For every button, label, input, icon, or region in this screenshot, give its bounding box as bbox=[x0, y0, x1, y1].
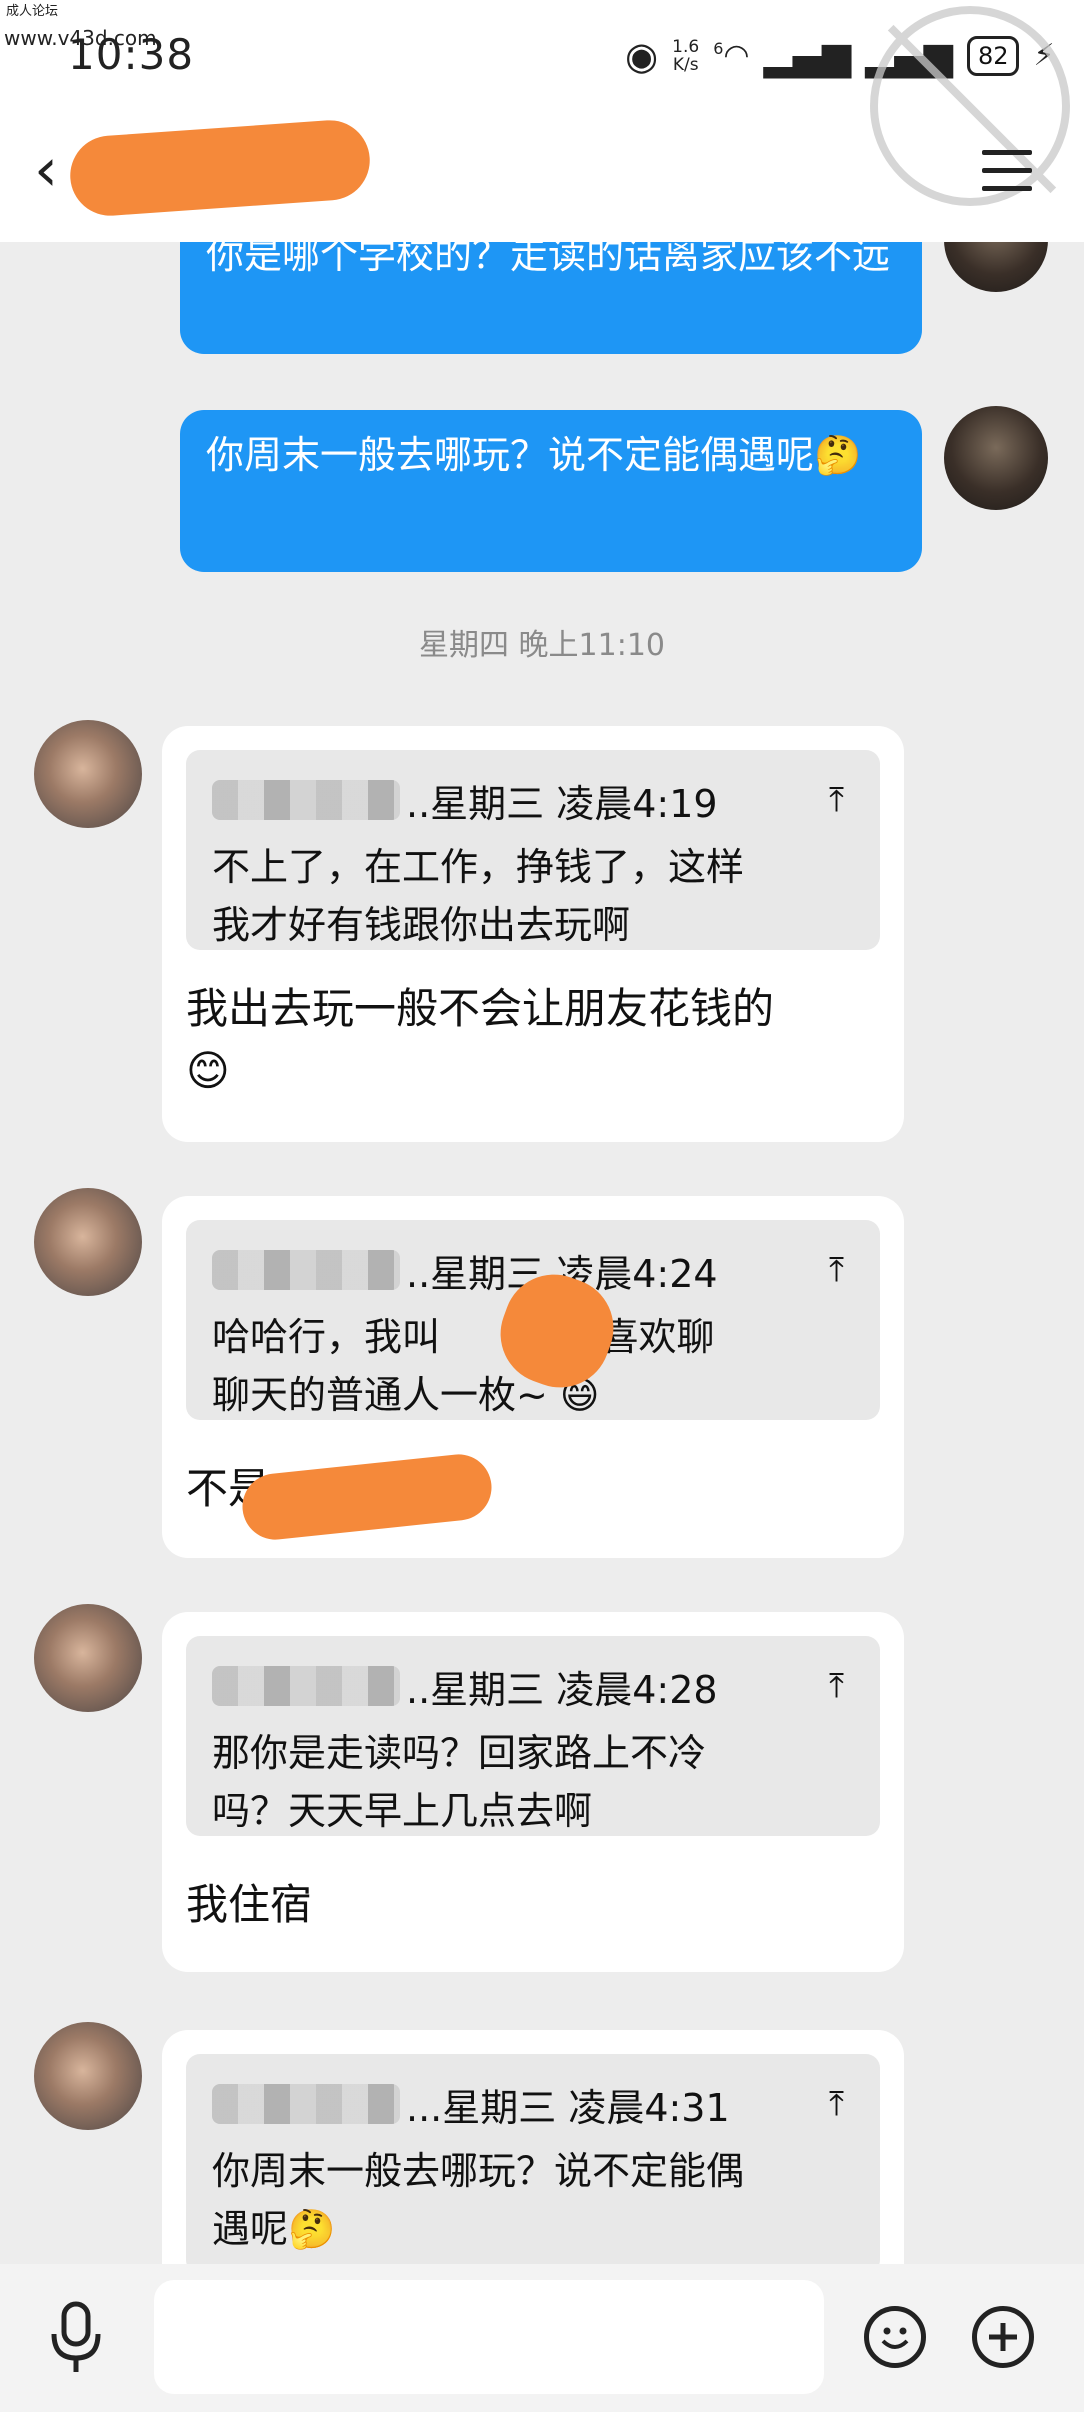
quote-header: ..星期三 凌晨4:28 ⤒ bbox=[212, 1656, 854, 1716]
time-separator: 星期四 晚上11:10 bbox=[419, 628, 665, 663]
wifi-icon: 6◠ bbox=[713, 38, 750, 73]
blurred-name bbox=[212, 1250, 400, 1290]
avatar[interactable] bbox=[34, 1604, 142, 1712]
chevron-left-icon: ‹ bbox=[34, 135, 58, 205]
sent-message[interactable]: 你周末一般去哪玩？说不定能偶遇呢🤔 bbox=[180, 410, 922, 572]
jump-to-original-icon[interactable]: ⤒ bbox=[829, 2084, 844, 2124]
jump-to-original-icon[interactable]: ⤒ bbox=[829, 780, 844, 820]
received-message[interactable]: ..星期三 凌晨4:19 ⤒ 不上了，在工作，挣钱了，这样 我才好有钱跟你出去玩… bbox=[162, 726, 904, 1142]
avatar[interactable] bbox=[944, 406, 1048, 510]
quote-time: ..星期三 凌晨4:19 bbox=[406, 781, 718, 826]
emoji-button[interactable] bbox=[864, 2306, 926, 2368]
received-message[interactable]: ..星期三 凌晨4:24 ⤒ 哈哈行，我叫 平时喜欢聊 聊天的普通人一枚~ 😄 … bbox=[162, 1196, 904, 1558]
quote-time: ..星期三 凌晨4:24 bbox=[406, 1251, 718, 1296]
redacted-contact-name bbox=[67, 117, 373, 219]
watermark-stamp-icon bbox=[870, 6, 1070, 206]
hamburger-icon bbox=[982, 150, 1032, 155]
eye-icon: ◉ bbox=[625, 34, 659, 78]
blurred-name bbox=[212, 780, 400, 820]
menu-button[interactable] bbox=[982, 150, 1032, 204]
quote-header: ..星期三 凌晨4:19 ⤒ bbox=[212, 770, 854, 830]
quoted-message[interactable]: ...星期三 凌晨4:31 ⤒ 你周末一般去哪玩？说不定能偶 遇呢🤔 bbox=[186, 2054, 880, 2274]
jump-to-original-icon[interactable]: ⤒ bbox=[829, 1250, 844, 1290]
received-message[interactable]: ..星期三 凌晨4:28 ⤒ 那你是走读吗？回家路上不冷 吗？天天早上几点去啊 … bbox=[162, 1612, 904, 1972]
message-text: 我住宿 bbox=[186, 1880, 313, 1929]
message-text: 你周末一般去哪玩？说不定能偶遇呢🤔 bbox=[206, 433, 862, 477]
blurred-name bbox=[212, 1666, 400, 1706]
message-text: 我出去玩一般不会让朋友花钱的 😊 bbox=[186, 984, 775, 1095]
quote-header: ...星期三 凌晨4:31 ⤒ bbox=[212, 2074, 854, 2134]
avatar[interactable] bbox=[34, 720, 142, 828]
microphone-icon bbox=[51, 2301, 101, 2372]
smiley-icon bbox=[881, 2327, 909, 2349]
status-time: 10:38 bbox=[68, 30, 195, 79]
quoted-message[interactable]: ..星期三 凌晨4:19 ⤒ 不上了，在工作，挣钱了，这样 我才好有钱跟你出去玩… bbox=[186, 750, 880, 950]
plus-icon bbox=[989, 2323, 1017, 2351]
blurred-name bbox=[212, 2084, 400, 2124]
quote-time: ...星期三 凌晨4:31 bbox=[406, 2085, 730, 2130]
avatar[interactable] bbox=[34, 1188, 142, 1296]
signal-icon: ▂▄▆ bbox=[763, 34, 852, 78]
watermark-site-name: 成人论坛 bbox=[6, 4, 59, 19]
quoted-message[interactable]: ..星期三 凌晨4:28 ⤒ 那你是走读吗？回家路上不冷 吗？天天早上几点去啊 bbox=[186, 1636, 880, 1836]
message-input[interactable] bbox=[154, 2280, 824, 2394]
network-speed: 1.6K/s bbox=[672, 37, 700, 75]
avatar[interactable] bbox=[34, 2022, 142, 2130]
quote-text: 不上了，在工作，挣钱了，这样 我才好有钱跟你出去玩啊 bbox=[212, 845, 745, 947]
jump-to-original-icon[interactable]: ⤒ bbox=[829, 1666, 844, 1706]
redacted-text bbox=[239, 1451, 495, 1543]
more-button[interactable] bbox=[972, 2306, 1034, 2368]
header-layer: 成人论坛 www.v43d.com 10:38 ◉ 1.6 K/s 6◠ ▂▄▆ … bbox=[0, 0, 1084, 242]
quote-text: 你周末一般去哪玩？说不定能偶 遇呢🤔 bbox=[212, 2149, 745, 2251]
back-button[interactable]: ‹ bbox=[34, 140, 58, 200]
quote-text: 那你是走读吗？回家路上不冷 吗？天天早上几点去啊 bbox=[212, 1731, 707, 1833]
voice-button[interactable] bbox=[46, 2300, 106, 2376]
quote-time: ..星期三 凌晨4:28 bbox=[406, 1667, 718, 1712]
